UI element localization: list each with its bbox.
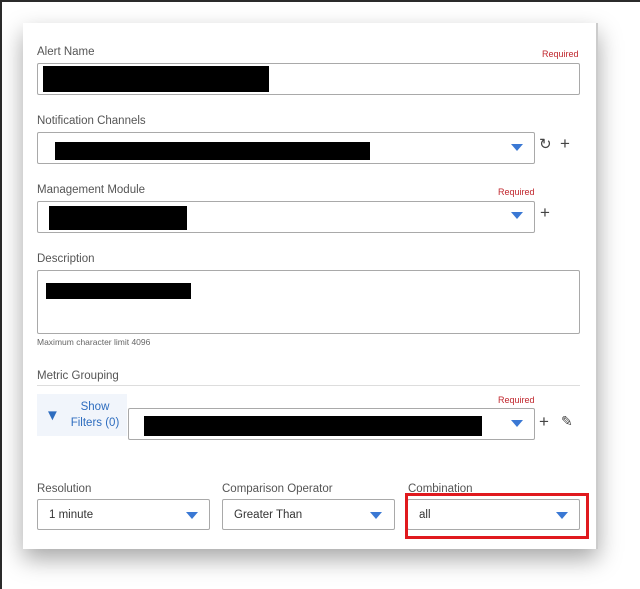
window-frame-top xyxy=(0,0,640,2)
redacted-value xyxy=(46,283,191,299)
comparison-operator-label: Comparison Operator xyxy=(222,483,333,495)
description-label: Description xyxy=(37,253,95,265)
show-filters-label-1: Show xyxy=(80,401,110,413)
redacted-value xyxy=(49,206,187,230)
add-icon[interactable]: + xyxy=(539,413,549,430)
filter-icon: ▼ xyxy=(45,407,60,424)
redacted-value xyxy=(55,142,370,160)
metric-grouping-required: Required xyxy=(498,395,535,405)
management-module-required: Required xyxy=(498,187,535,197)
chevron-down-icon[interactable] xyxy=(511,212,523,219)
chevron-down-icon[interactable] xyxy=(511,420,523,427)
chevron-down-icon[interactable] xyxy=(186,512,198,519)
highlight-box xyxy=(405,493,589,539)
add-icon[interactable]: + xyxy=(560,135,570,152)
chevron-down-icon[interactable] xyxy=(511,144,523,151)
redacted-value xyxy=(43,66,269,92)
alert-name-required: Required xyxy=(542,49,579,59)
window-frame-left xyxy=(0,0,2,589)
resolution-value: 1 minute xyxy=(49,509,94,521)
show-filters-button[interactable]: ▼ Show Filters (0) xyxy=(37,394,127,436)
refresh-icon[interactable]: ↻ xyxy=(539,137,552,152)
management-module-label: Management Module xyxy=(37,184,146,196)
notification-channels-label: Notification Channels xyxy=(37,115,146,127)
edit-pencil-icon[interactable]: ✎ xyxy=(561,414,573,428)
chevron-down-icon[interactable] xyxy=(370,512,382,519)
description-textarea[interactable] xyxy=(37,270,580,334)
redacted-value xyxy=(144,416,482,436)
alert-name-label: Alert Name xyxy=(37,46,95,58)
show-filters-label-2: Filters (0) xyxy=(70,417,120,429)
section-divider xyxy=(37,385,580,386)
metric-grouping-label: Metric Grouping xyxy=(37,370,119,382)
description-hint: Maximum character limit 4096 xyxy=(37,337,151,347)
add-icon[interactable]: + xyxy=(540,204,550,221)
resolution-label: Resolution xyxy=(37,483,92,495)
comparison-operator-value: Greater Than xyxy=(234,509,303,521)
